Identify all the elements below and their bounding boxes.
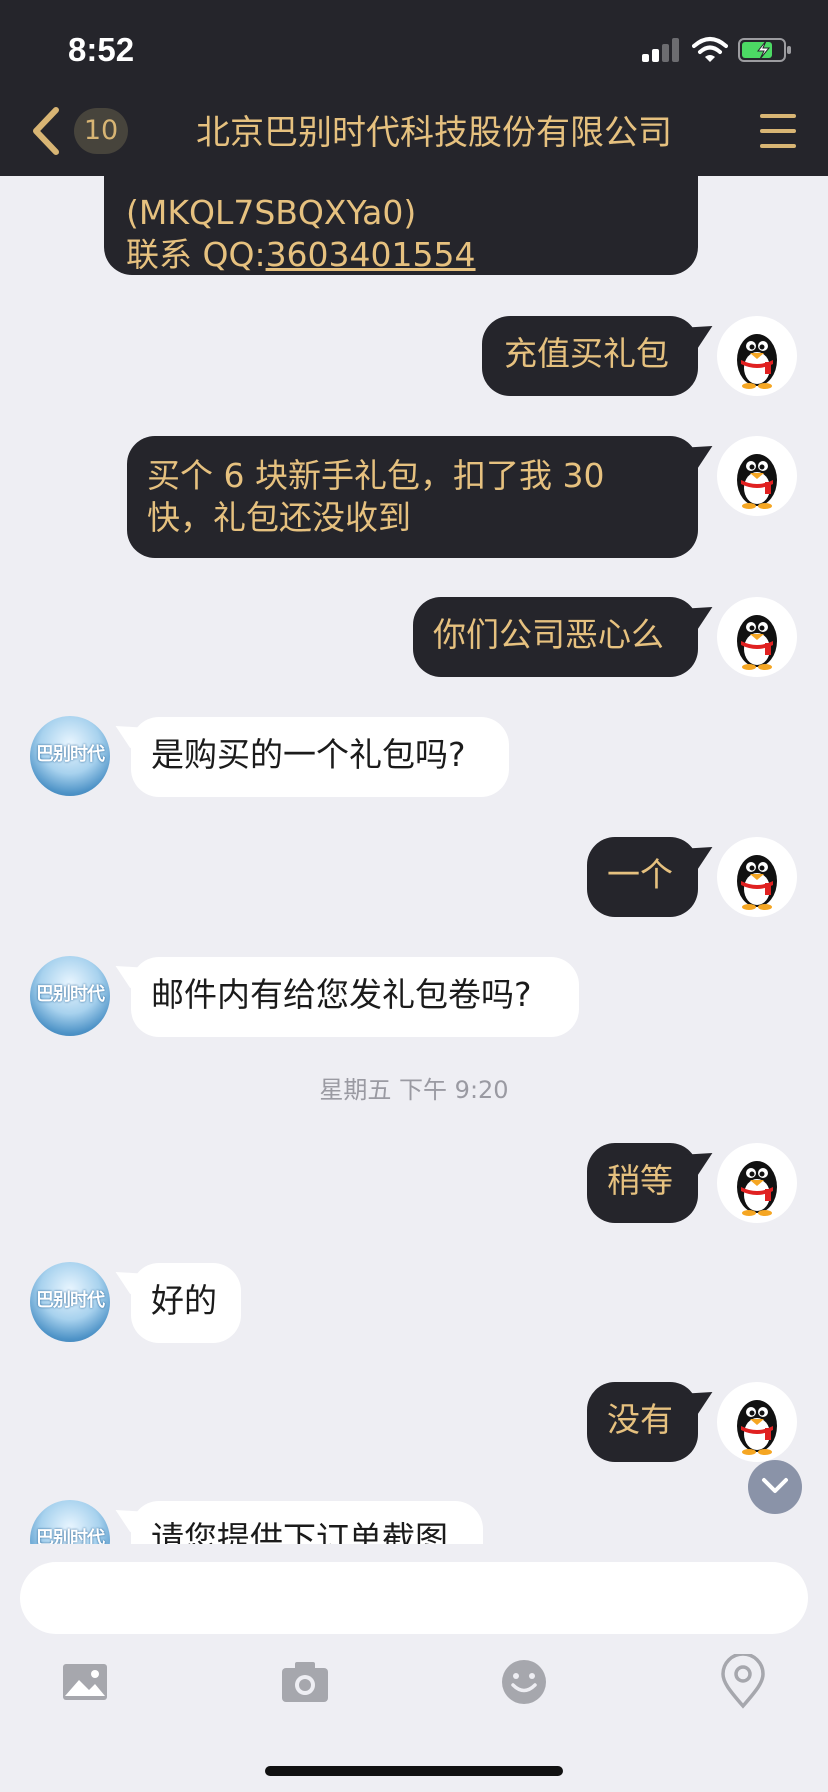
message-bubble-outgoing[interactable]: 一个 <box>587 837 698 917</box>
company-logo-text: 巴别时代 <box>36 1290 105 1310</box>
my-avatar[interactable] <box>717 436 797 516</box>
message-bubble-outgoing[interactable]: 买个 6 块新手礼包，扣了我 30 快，礼包还没收到 <box>127 436 698 558</box>
company-avatar[interactable]: 巴别时代 <box>30 1262 110 1342</box>
camera-icon[interactable] <box>277 1654 333 1710</box>
company-avatar[interactable]: 巴别时代 <box>30 1500 110 1544</box>
message-text: 充值买礼包 <box>504 334 669 373</box>
message-text: 邮件内有给您发礼包卷吗? <box>151 975 532 1014</box>
message-text: 稍等 <box>607 1161 673 1200</box>
message-input[interactable] <box>20 1562 808 1634</box>
message-text: 一个 <box>607 855 673 894</box>
penguin-icon <box>737 334 777 389</box>
cellular-signal-icon <box>642 36 682 64</box>
status-time: 8:52 <box>68 31 135 68</box>
company-logo-text: 巴别时代 <box>36 744 105 764</box>
message-timestamp: 星期五 下午 9:20 <box>319 1076 509 1104</box>
scroll-to-bottom-button[interactable] <box>748 1460 802 1514</box>
wifi-icon <box>692 37 728 62</box>
location-pin-icon[interactable] <box>715 1654 771 1710</box>
message-bubble-incoming[interactable]: 邮件内有给您发礼包卷吗? <box>131 957 579 1037</box>
penguin-icon <box>737 454 777 509</box>
company-logo-text: 巴别时代 <box>36 984 105 1004</box>
message-text: 没有 <box>607 1400 673 1439</box>
penguin-icon <box>737 1161 777 1216</box>
company-avatar[interactable]: 巴别时代 <box>30 956 110 1036</box>
company-logo-text: 巴别时代 <box>36 1528 105 1544</box>
penguin-icon <box>737 615 777 670</box>
message-text: 好的 <box>151 1281 217 1320</box>
message-bubble-incoming[interactable]: 请您提供下订单截图 <box>131 1501 483 1544</box>
message-list[interactable]: (MKQL7SBQXYa0) 联系 QQ:3603401554 充值买礼包 买个… <box>0 176 828 1544</box>
message-text: 你们公司恶心么 <box>433 615 664 654</box>
composer <box>0 1544 828 1792</box>
chevron-down-icon <box>762 1478 788 1493</box>
status-icons <box>642 36 792 64</box>
company-avatar[interactable]: 巴别时代 <box>30 716 110 796</box>
hamburger-menu-icon[interactable] <box>760 114 796 148</box>
message-bubble-outgoing[interactable]: 没有 <box>587 1382 698 1462</box>
my-avatar[interactable] <box>717 837 797 917</box>
emoji-icon[interactable] <box>496 1654 552 1710</box>
message-text: 请您提供下订单截图 <box>151 1519 448 1544</box>
image-icon[interactable] <box>57 1654 113 1710</box>
qq-label: 联系 QQ: <box>126 235 266 274</box>
message-text: 是购买的一个礼包吗? <box>151 735 466 774</box>
message-text: (MKQL7SBQXYa0) <box>126 193 417 232</box>
back-button[interactable] <box>28 106 64 156</box>
home-indicator <box>265 1766 563 1776</box>
message-bubble-incoming[interactable]: 是购买的一个礼包吗? <box>131 717 509 797</box>
qq-number-link[interactable]: 3603401554 <box>266 235 476 274</box>
message-bubble-outgoing[interactable]: 你们公司恶心么 <box>413 597 698 677</box>
unread-count-badge[interactable]: 10 <box>74 108 128 154</box>
my-avatar[interactable] <box>717 316 797 396</box>
message-bubble-outgoing[interactable]: 稍等 <box>587 1143 698 1223</box>
my-avatar[interactable] <box>717 1143 797 1223</box>
penguin-icon <box>737 855 777 910</box>
top-bar: 8:52 10 北京巴别时代科技股份有限公司 <box>0 0 828 176</box>
my-avatar[interactable] <box>717 1382 797 1462</box>
my-avatar[interactable] <box>717 597 797 677</box>
message-bubble-outgoing[interactable]: 充值买礼包 <box>482 316 698 396</box>
chat-title: 北京巴别时代科技股份有限公司 <box>196 113 672 153</box>
message-text: 买个 6 块新手礼包，扣了我 30 快，礼包还没收到 <box>147 456 605 537</box>
message-bubble-incoming[interactable]: 好的 <box>131 1263 241 1343</box>
message-text: 联系 QQ:3603401554 <box>126 234 678 276</box>
battery-charging-icon <box>738 38 791 62</box>
penguin-icon <box>737 1400 777 1455</box>
message-bubble-outgoing[interactable]: (MKQL7SBQXYa0) 联系 QQ:3603401554 <box>104 176 698 275</box>
